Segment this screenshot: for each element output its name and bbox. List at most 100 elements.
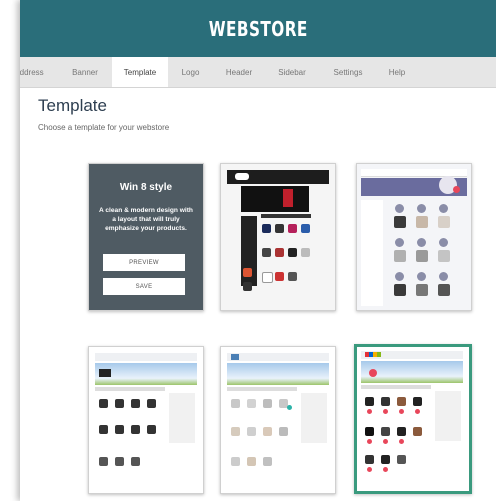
- thumb-product: [263, 457, 272, 466]
- thumb-badge: [415, 409, 420, 414]
- app-title: WEBSTORE: [208, 16, 308, 41]
- thumb-product: [279, 427, 288, 436]
- thumb-badge: [367, 467, 372, 472]
- thumb-product: [99, 457, 108, 466]
- tab-address[interactable]: Address: [20, 57, 58, 87]
- thumb-product: [115, 425, 124, 434]
- thumb-product: [417, 204, 426, 213]
- tab-template[interactable]: Template: [112, 57, 168, 87]
- thumb-product: [247, 457, 256, 466]
- thumb-product: [275, 272, 284, 281]
- tab-logo[interactable]: Logo: [168, 57, 213, 87]
- thumb-product: [381, 397, 390, 406]
- thumb-product: [288, 248, 297, 257]
- thumb-banner-product: [283, 189, 293, 207]
- thumb-badge: [367, 409, 372, 414]
- thumb-product: [397, 455, 406, 464]
- thumb-product: [263, 427, 272, 436]
- tab-sidebar[interactable]: Sidebar: [265, 57, 319, 87]
- thumb-badge: [383, 467, 388, 472]
- template-card-sky-electronics[interactable]: [88, 346, 204, 494]
- thumb-product: [395, 272, 404, 281]
- thumb-product: [439, 238, 448, 247]
- thumb-product: [115, 399, 124, 408]
- thumb-sidebar: [169, 393, 195, 443]
- thumb-sidebar: [301, 393, 327, 443]
- page-subtitle: Choose a template for your webstore: [38, 123, 170, 132]
- thumb-product: [231, 427, 240, 436]
- thumb-nav: [261, 214, 311, 218]
- thumb-product: [263, 399, 272, 408]
- thumb-badge: [453, 186, 460, 193]
- template-card-dark[interactable]: [220, 163, 336, 311]
- thumb-product: [99, 399, 108, 408]
- thumb-product: [131, 425, 140, 434]
- thumb-product: [416, 284, 428, 296]
- thumb-product: [131, 399, 140, 408]
- thumb-product: [416, 250, 428, 262]
- app-header: WEBSTORE: [20, 0, 496, 57]
- thumb-product: [395, 204, 404, 213]
- thumb-product: [243, 282, 252, 291]
- win8-description: A clean & modern design with a layout th…: [99, 207, 193, 232]
- thumb-topbar: [95, 353, 197, 361]
- thumb-product: [275, 248, 284, 257]
- thumb-product: [413, 427, 422, 436]
- thumb-product: [438, 216, 450, 228]
- thumb-sidebar: [361, 200, 383, 306]
- thumb-sidebar: [435, 391, 461, 441]
- thumb-product: [231, 457, 240, 466]
- thumb-product: [394, 216, 406, 228]
- thumb-product: [397, 397, 406, 406]
- thumb-product: [416, 216, 428, 228]
- tab-help[interactable]: Help: [377, 57, 417, 87]
- thumb-product: [231, 399, 240, 408]
- thumb-product: [439, 272, 448, 281]
- thumb-product: [275, 224, 284, 233]
- thumb-product: [394, 250, 406, 262]
- thumb-badge: [399, 409, 404, 414]
- template-card-win8[interactable]: Win 8 style A clean & modern design with…: [88, 163, 204, 311]
- thumb-badge: [287, 405, 292, 410]
- thumb-logo: [235, 173, 249, 180]
- thumb-product: [365, 455, 374, 464]
- thumb-product: [247, 427, 256, 436]
- template-card-light[interactable]: [356, 163, 472, 311]
- thumb-product: [262, 272, 273, 283]
- thumb-product: [413, 397, 422, 406]
- thumb-product: [394, 284, 406, 296]
- thumb-product: [288, 224, 297, 233]
- tab-settings[interactable]: Settings: [319, 57, 377, 87]
- thumb-product: [99, 425, 108, 434]
- tab-banner[interactable]: Banner: [58, 57, 112, 87]
- webstore-panel: WEBSTORE Address Banner Template Logo He…: [20, 0, 496, 501]
- thumb-product: [381, 455, 390, 464]
- thumb-product: [438, 284, 450, 296]
- thumb-product: [395, 238, 404, 247]
- page-title: Template: [38, 96, 107, 115]
- template-card-sky-pillows[interactable]: [220, 346, 336, 494]
- thumb-product: [115, 457, 124, 466]
- thumb-topbar: [227, 353, 329, 361]
- thumb-product: [417, 238, 426, 247]
- thumb-product: [381, 427, 390, 436]
- preview-button[interactable]: PREVIEW: [103, 254, 185, 271]
- thumb-product: [147, 399, 156, 408]
- thumb-product: [397, 427, 406, 436]
- win8-title: Win 8 style: [119, 182, 173, 193]
- thumb-badge: [369, 369, 377, 377]
- thumb-badge: [383, 439, 388, 444]
- thumb-product: [247, 399, 256, 408]
- tab-header[interactable]: Header: [213, 57, 265, 87]
- thumb-product: [243, 268, 252, 277]
- template-card-sky-shoes[interactable]: [354, 344, 472, 494]
- thumb-banner: [241, 186, 309, 212]
- thumb-product: [301, 224, 310, 233]
- thumb-product: [262, 248, 271, 257]
- thumb-nav: [95, 387, 165, 391]
- thumb-product: [262, 224, 271, 233]
- thumb-badge: [367, 439, 372, 444]
- thumb-logo: [231, 354, 239, 360]
- save-button[interactable]: SAVE: [103, 278, 185, 295]
- thumb-product: [439, 204, 448, 213]
